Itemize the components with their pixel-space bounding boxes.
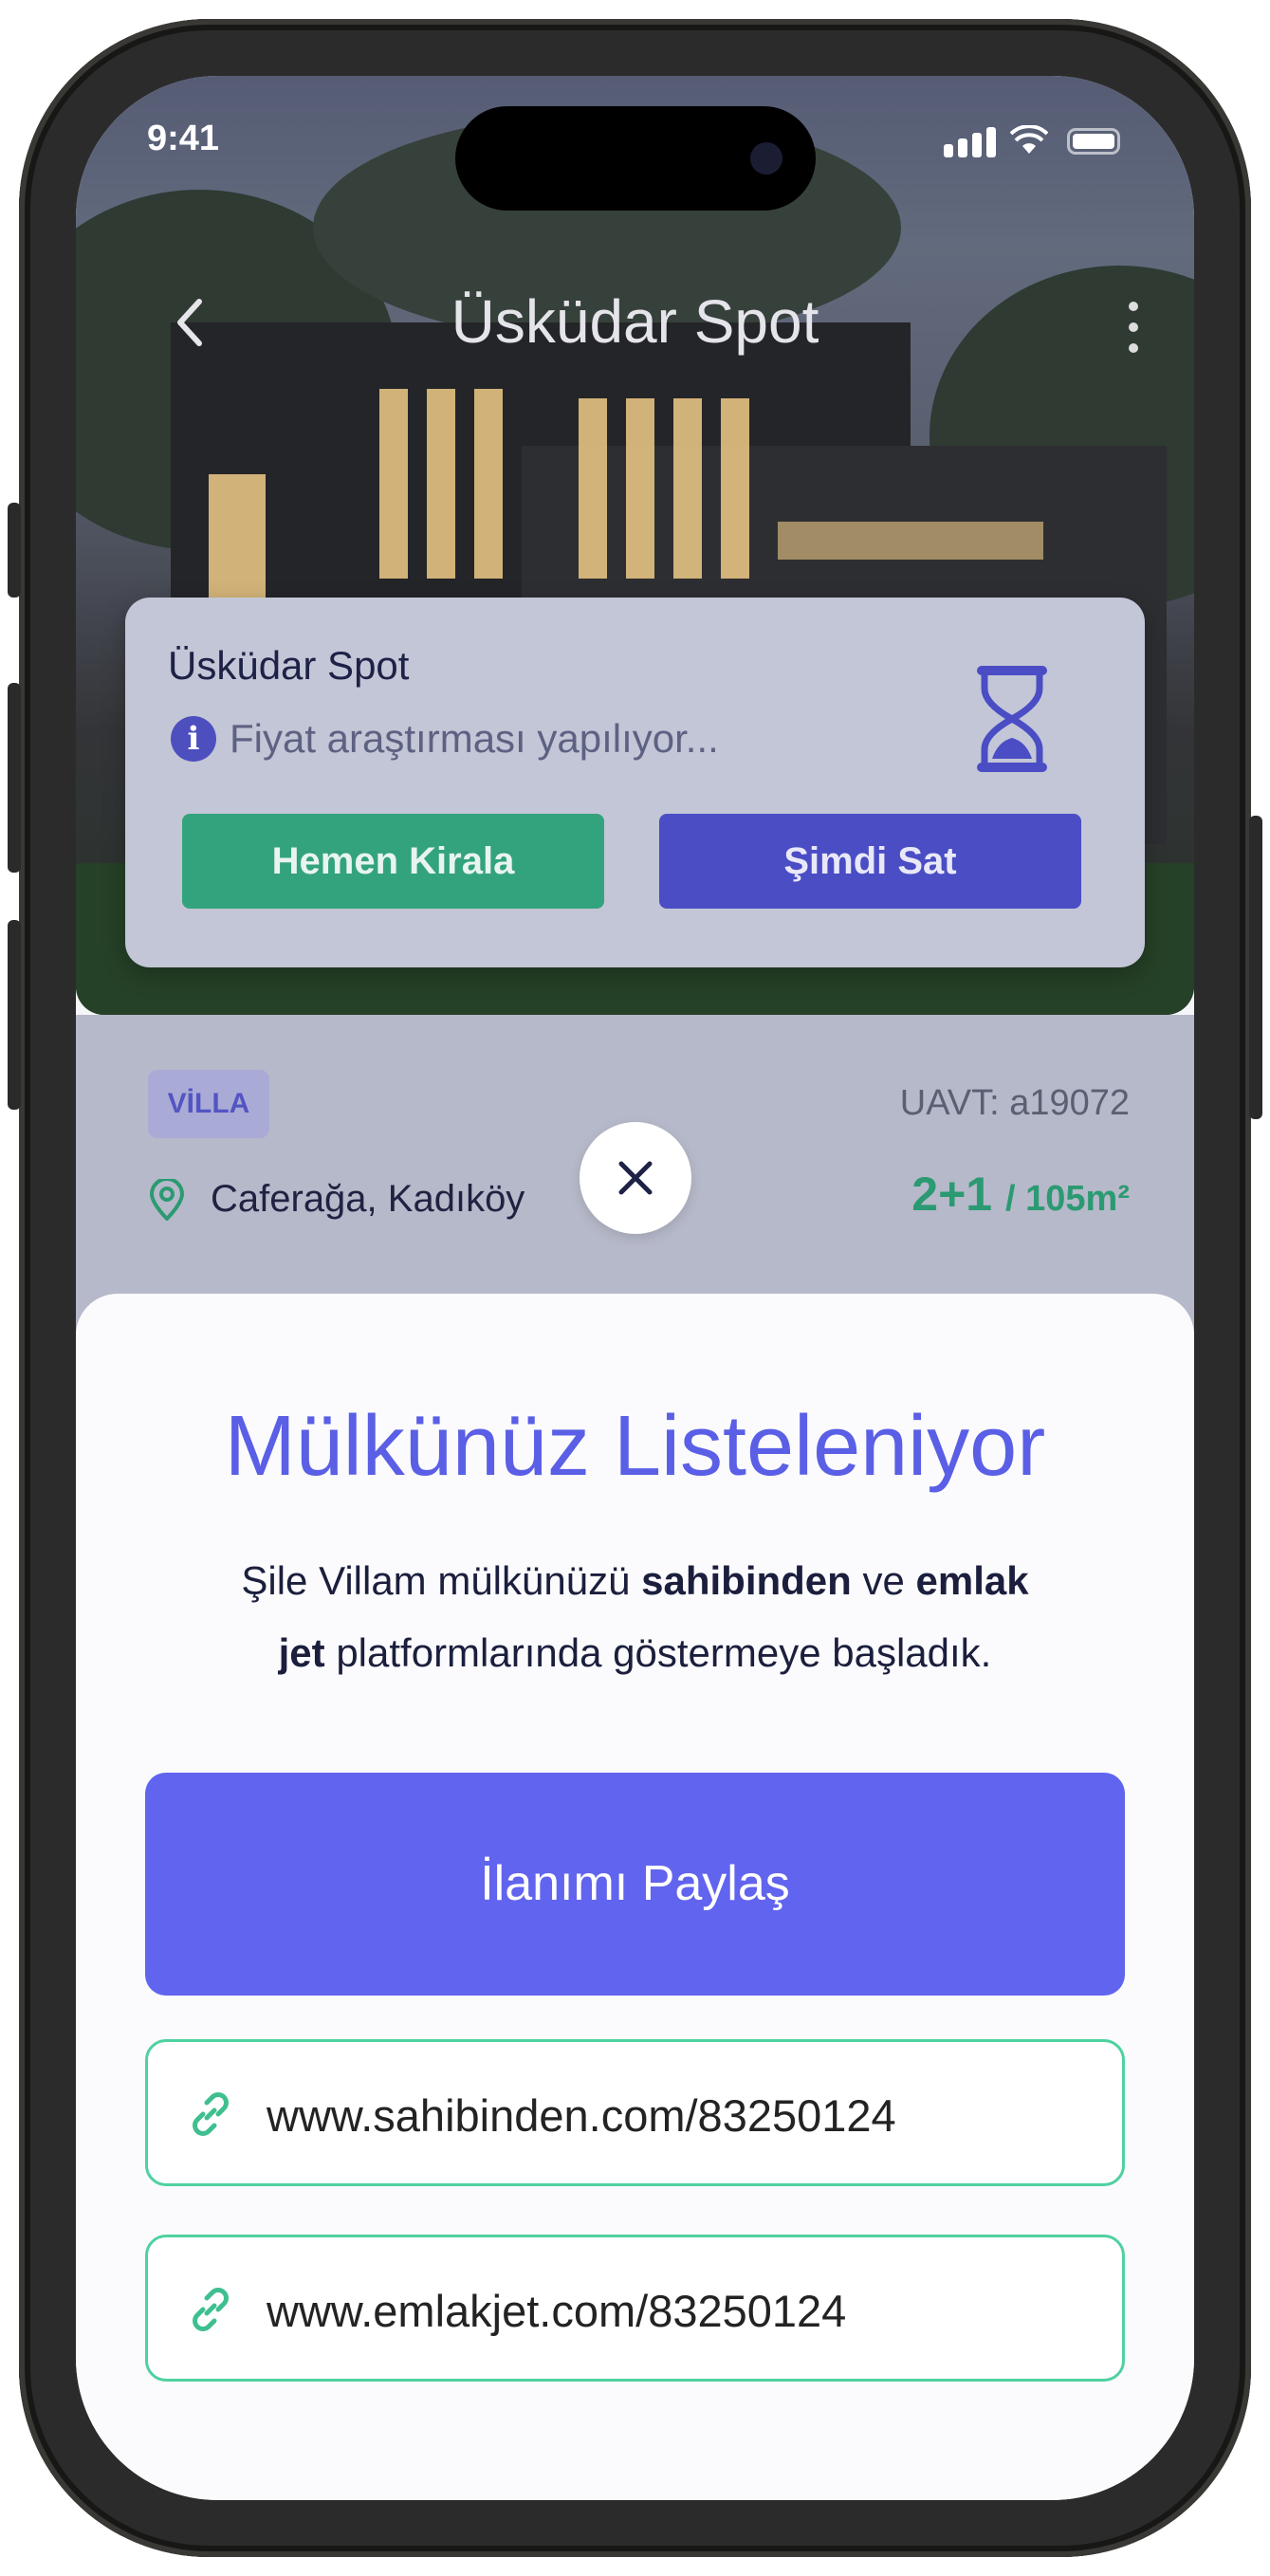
info-icon: i bbox=[171, 716, 216, 762]
desc-text: platformlarında göstermeye başladık. bbox=[324, 1630, 992, 1675]
link-icon bbox=[193, 2288, 229, 2331]
room-count: 2+1 bbox=[911, 1168, 993, 1221]
card-status-text: Fiyat araştırması yapılıyor... bbox=[230, 716, 719, 761]
dynamic-island bbox=[455, 106, 816, 211]
room-area: 2+1 / 105m² bbox=[911, 1167, 1130, 1222]
sahibinden-link[interactable]: www.sahibinden.com/83250124 bbox=[145, 2039, 1125, 2186]
signal-bar bbox=[972, 133, 982, 157]
signal-icon bbox=[944, 144, 953, 157]
sheet-title: Mülkünüz Listeleniyor bbox=[224, 1399, 1046, 1494]
link-url: www.emlakjet.com/83250124 bbox=[267, 2286, 847, 2336]
link-url: www.sahibinden.com/83250124 bbox=[267, 2090, 896, 2141]
desc-text: Şile Villam mülkünüzü bbox=[241, 1558, 642, 1603]
power-button bbox=[1249, 816, 1262, 1119]
wifi-icon bbox=[1010, 125, 1048, 154]
emlakjet-link[interactable]: www.emlakjet.com/83250124 bbox=[145, 2235, 1125, 2382]
volume-down-button bbox=[8, 920, 21, 1110]
status-bar: 9:41 bbox=[76, 76, 1194, 211]
hourglass-icon bbox=[977, 666, 1047, 772]
rent-now-button[interactable]: Hemen Kirala bbox=[182, 814, 604, 909]
card-title: Üsküdar Spot bbox=[168, 643, 410, 688]
link-icon bbox=[193, 2092, 229, 2136]
property-status-card: Üsküdar Spot i Fiyat araştırması yapılıy… bbox=[125, 598, 1145, 967]
area-size: / 105m² bbox=[1005, 1179, 1130, 1219]
desc-platform-1: sahibinden bbox=[641, 1558, 852, 1603]
volume-up-button bbox=[8, 683, 21, 873]
nav-title: Üsküdar Spot bbox=[451, 287, 819, 356]
desc-text: ve bbox=[851, 1558, 916, 1603]
card-status: i Fiyat araştırması yapılıyor... bbox=[171, 716, 719, 762]
location: Caferağa, Kadıköy bbox=[148, 1178, 525, 1221]
listing-bottom-sheet: Mülkünüz Listeleniyor Şile Villam mülkün… bbox=[76, 1294, 1194, 2500]
mute-switch bbox=[8, 503, 21, 598]
uavt-code: UAVT: a19072 bbox=[899, 1083, 1130, 1123]
sheet-description: Şile Villam mülkünüzü sahibinden ve emla… bbox=[218, 1545, 1052, 1689]
share-listing-button[interactable]: İlanımı Paylaş bbox=[145, 1773, 1125, 1996]
status-time: 9:41 bbox=[147, 119, 220, 158]
property-type-badge: VİLLA bbox=[148, 1070, 269, 1138]
close-sheet-button[interactable] bbox=[580, 1122, 691, 1234]
signal-bar bbox=[986, 127, 996, 157]
close-icon bbox=[618, 1161, 653, 1195]
nav-bar: Üsküdar Spot bbox=[76, 266, 1194, 370]
sell-now-button[interactable]: Şimdi Sat bbox=[659, 814, 1081, 909]
screen: 9:41 Üsküdar Spot Üsküdar Spot i Fiyat a… bbox=[76, 76, 1194, 2500]
kebab-icon[interactable] bbox=[1129, 302, 1138, 364]
location-pin-icon bbox=[149, 1178, 185, 1221]
location-text: Caferağa, Kadıköy bbox=[211, 1178, 525, 1220]
signal-bar bbox=[958, 138, 967, 157]
battery-icon bbox=[1067, 128, 1120, 155]
